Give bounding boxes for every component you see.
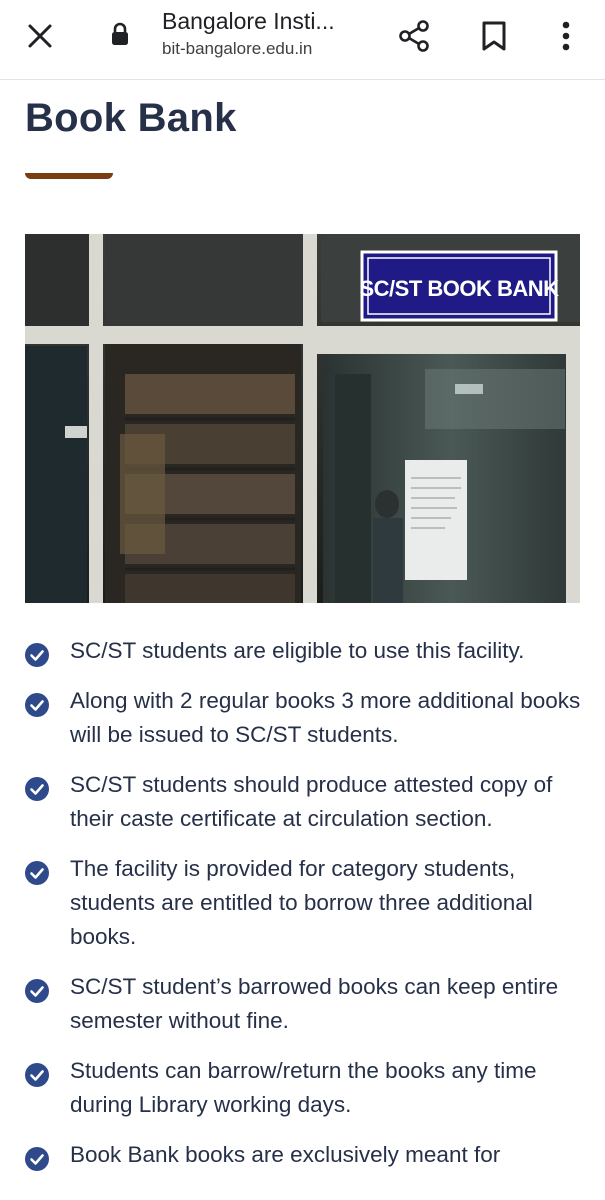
sign-text: SC/ST BOOK BANK: [359, 276, 559, 301]
list-item: Students can barrow/return the books any…: [25, 1054, 585, 1122]
list-item: SC/ST students are eligible to use this …: [25, 634, 585, 668]
share-icon: [399, 20, 429, 52]
feature-text: SC/ST students are eligible to use this …: [70, 638, 525, 663]
check-circle-icon: [25, 861, 49, 885]
address-area[interactable]: Bangalore Insti... bit-bangalore.edu.in: [162, 6, 382, 60]
book-bank-photo: SC/ST BOOK BANK: [25, 234, 580, 603]
close-button[interactable]: [18, 14, 62, 58]
feature-text: Students can barrow/return the books any…: [70, 1058, 537, 1117]
close-icon: [28, 24, 52, 48]
check-circle-icon: [25, 1147, 49, 1171]
check-circle-icon: [25, 777, 49, 801]
url-text: bit-bangalore.edu.in: [162, 39, 313, 58]
feature-text: Along with 2 regular books 3 more additi…: [70, 688, 581, 747]
more-options-button[interactable]: [544, 14, 588, 58]
bookmark-button[interactable]: [472, 14, 516, 58]
list-item: Along with 2 regular books 3 more additi…: [25, 684, 585, 752]
list-item: SC/ST student’s barrowed books can keep …: [25, 970, 585, 1038]
share-button[interactable]: [392, 14, 436, 58]
heading-underline: [25, 173, 113, 179]
list-item: Book Bank books are exclusively meant fo…: [25, 1138, 585, 1172]
feature-text: Book Bank books are exclusively meant fo…: [70, 1142, 501, 1167]
check-circle-icon: [25, 1063, 49, 1087]
browser-toolbar: Bangalore Insti... bit-bangalore.edu.in: [0, 0, 605, 80]
page-title-text: Bangalore Insti...: [162, 8, 335, 34]
feature-text: The facility is provided for category st…: [70, 856, 533, 949]
lock-icon: [108, 20, 132, 48]
feature-text: SC/ST students should produce attested c…: [70, 772, 553, 831]
features-list: SC/ST students are eligible to use this …: [25, 634, 585, 1172]
more-vert-icon: [562, 21, 570, 51]
check-circle-icon: [25, 643, 49, 667]
list-item: SC/ST students should produce attested c…: [25, 768, 585, 836]
list-item: The facility is provided for category st…: [25, 852, 585, 954]
check-circle-icon: [25, 979, 49, 1003]
section-heading: Book Bank: [25, 96, 237, 140]
check-circle-icon: [25, 693, 49, 717]
feature-text: SC/ST student’s barrowed books can keep …: [70, 974, 559, 1033]
bookmark-icon: [482, 21, 506, 51]
